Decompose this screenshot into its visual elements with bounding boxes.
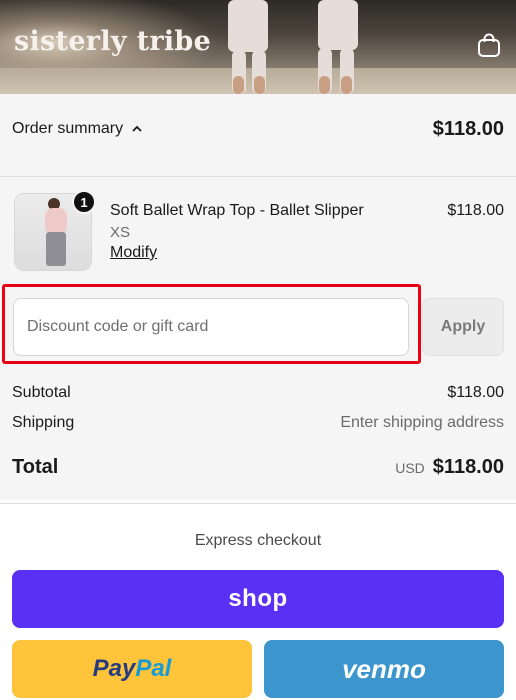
order-summary-panel: Order summary $118.00 1 Soft Ballet Wrap…: [0, 94, 516, 500]
model-skin: [254, 76, 265, 94]
thumbnail-model-top: [45, 208, 67, 232]
divider: [0, 503, 516, 504]
header-banner: sisterly tribe: [0, 0, 516, 94]
subtotal-value: $118.00: [447, 384, 504, 401]
shopping-bag-icon[interactable]: [476, 32, 502, 58]
shop-pay-button[interactable]: shop: [12, 570, 504, 628]
brand-logo[interactable]: sisterly tribe: [14, 26, 211, 57]
venmo-button[interactable]: venmo: [264, 640, 504, 698]
model-skin: [319, 76, 330, 94]
discount-code-input[interactable]: [13, 298, 409, 356]
product-title: Soft Ballet Wrap Top - Ballet Slipper: [110, 202, 364, 219]
currency-code: USD: [395, 460, 425, 476]
total-amount: $118.00: [432, 456, 504, 478]
subtotal-label: Subtotal: [12, 384, 71, 401]
shipping-row: Shipping Enter shipping address: [12, 414, 504, 432]
total-row: Total USD $118.00: [12, 456, 504, 479]
model-skin: [233, 76, 244, 94]
product-price: $118.00: [447, 202, 504, 219]
shipping-value: Enter shipping address: [340, 414, 504, 431]
model-skin: [341, 76, 352, 94]
model-torso-right: [318, 0, 358, 50]
apply-discount-button[interactable]: Apply: [422, 298, 504, 356]
thumbnail-model-legs: [46, 232, 66, 266]
paypal-wordmark-pal: Pal: [135, 655, 172, 682]
quantity-badge: 1: [72, 190, 96, 214]
express-checkout-title: Express checkout: [194, 532, 322, 549]
order-summary-total: $118.00: [432, 118, 504, 140]
paypal-wordmark-pay: Pay: [92, 655, 136, 682]
subtotal-row: Subtotal $118.00: [12, 384, 504, 402]
modify-link[interactable]: Modify: [110, 244, 157, 262]
order-summary-toggle[interactable]: Order summary: [12, 120, 143, 138]
chevron-up-icon: [132, 125, 142, 132]
order-summary-label: Order summary: [12, 120, 124, 137]
shipping-label: Shipping: [12, 414, 75, 431]
model-torso-left: [228, 0, 268, 52]
paypal-button[interactable]: PayPal: [12, 640, 252, 698]
total-label: Total: [12, 456, 59, 478]
product-variant: XS: [110, 224, 131, 241]
divider: [0, 176, 516, 177]
total-value-group: USD $118.00: [395, 456, 504, 479]
